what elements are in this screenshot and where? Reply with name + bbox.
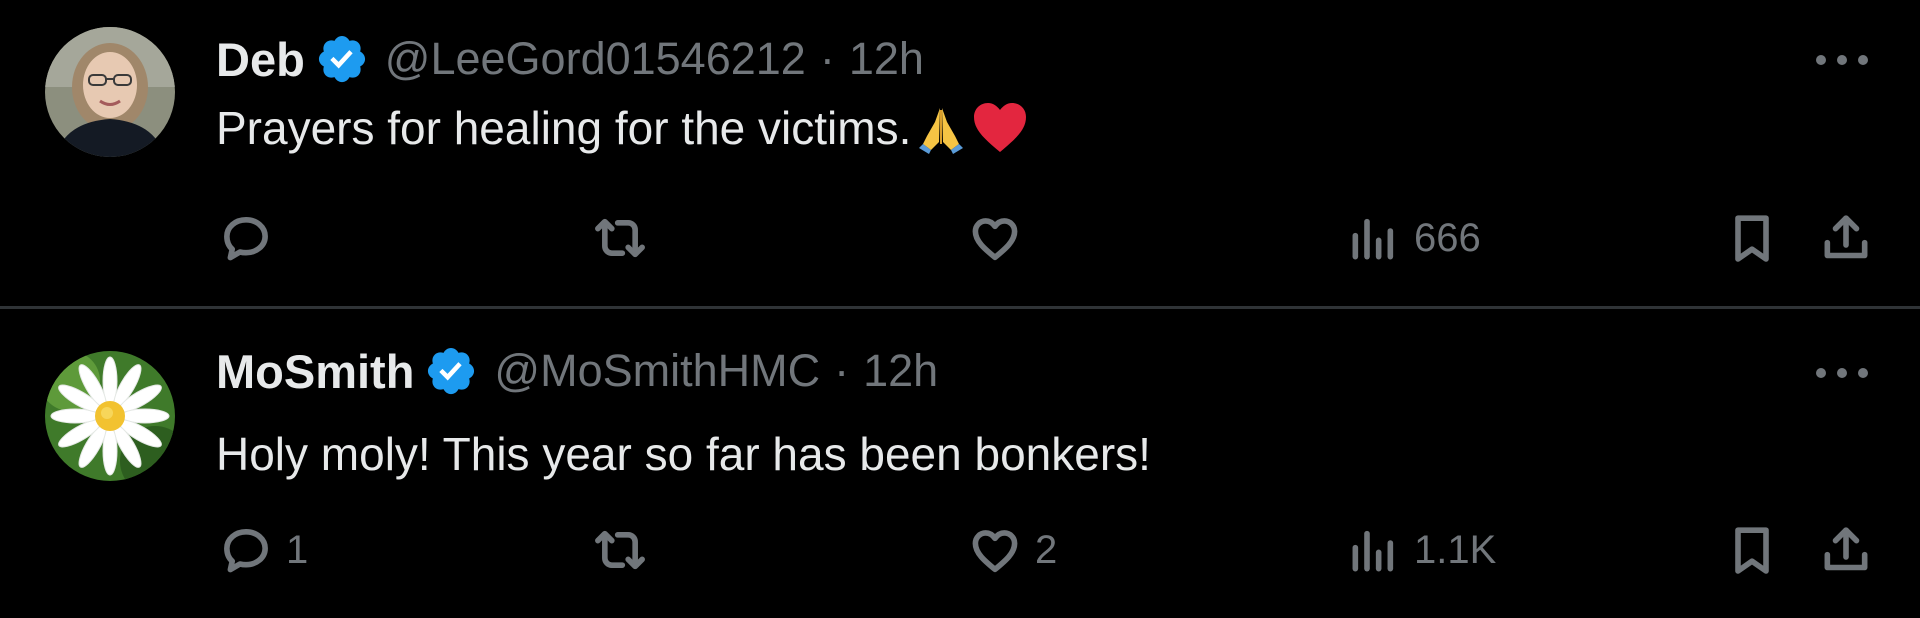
post-header: MoSmith @MoSmithHMC · 12h xyxy=(216,341,938,401)
bookmark-icon xyxy=(1735,527,1769,574)
author-handle[interactable]: @LeeGord01546212 xyxy=(385,33,806,85)
author-name[interactable]: Deb xyxy=(216,32,305,87)
post-time[interactable]: 12h xyxy=(863,345,938,397)
post-text: Holy moly! This year so far has been bon… xyxy=(216,427,1151,481)
repost-button[interactable] xyxy=(592,522,660,578)
author-handle[interactable]: @MoSmithHMC xyxy=(494,345,820,397)
author-name[interactable]: MoSmith xyxy=(216,344,414,399)
analytics-icon xyxy=(1352,218,1394,260)
red-heart-icon xyxy=(971,100,1029,156)
bookmark-icon xyxy=(1735,215,1769,262)
verified-badge-icon xyxy=(315,32,369,86)
share-icon xyxy=(1824,527,1868,571)
repost-button[interactable] xyxy=(592,210,660,266)
like-button[interactable] xyxy=(967,210,1035,266)
reply-button[interactable] xyxy=(218,210,286,266)
user-photo-avatar-icon xyxy=(45,27,175,157)
views-count: 666 xyxy=(1414,215,1481,260)
share-icon xyxy=(1824,215,1868,259)
views-count: 1.1K xyxy=(1414,527,1497,572)
separator-dot: · xyxy=(819,33,835,84)
daisy-flower-avatar-icon xyxy=(45,351,175,481)
avatar[interactable] xyxy=(45,27,175,157)
reply-icon xyxy=(224,217,268,261)
heart-icon xyxy=(972,218,1018,261)
post-mosmith[interactable]: MoSmith @MoSmithHMC · 12h Holy moly! Thi… xyxy=(0,309,1920,618)
share-button[interactable] xyxy=(1818,522,1874,578)
like-count: 2 xyxy=(1035,527,1058,572)
heart-icon xyxy=(972,530,1018,573)
bookmark-button[interactable] xyxy=(1724,210,1780,266)
post-deb[interactable]: Deb @LeeGord01546212 · 12h Prayers for h… xyxy=(0,0,1920,307)
avatar[interactable] xyxy=(45,351,175,481)
post-text-content: Prayers for healing for the victims. xyxy=(216,102,912,154)
post-text: Prayers for healing for the victims. xyxy=(216,100,1029,156)
share-button[interactable] xyxy=(1818,210,1874,266)
repost-icon xyxy=(595,530,645,570)
post-header: Deb @LeeGord01546212 · 12h xyxy=(216,29,924,89)
more-options-icon[interactable] xyxy=(1816,361,1868,385)
reply-icon xyxy=(224,529,268,573)
bookmark-button[interactable] xyxy=(1724,522,1780,578)
views-button[interactable]: 1.1K xyxy=(1346,522,1496,578)
separator-dot: · xyxy=(834,345,850,396)
more-options-icon[interactable] xyxy=(1816,48,1868,72)
analytics-icon xyxy=(1352,530,1394,572)
like-button[interactable]: 2 xyxy=(967,522,1057,578)
folded-hands-icon xyxy=(913,100,969,156)
reply-count: 1 xyxy=(286,527,309,572)
post-time[interactable]: 12h xyxy=(849,33,924,85)
reply-button[interactable]: 1 xyxy=(218,522,308,578)
verified-badge-icon xyxy=(424,344,478,398)
post-text-content: Holy moly! This year so far has been bon… xyxy=(216,428,1151,480)
views-button[interactable]: 666 xyxy=(1346,210,1481,266)
repost-icon xyxy=(595,218,645,258)
